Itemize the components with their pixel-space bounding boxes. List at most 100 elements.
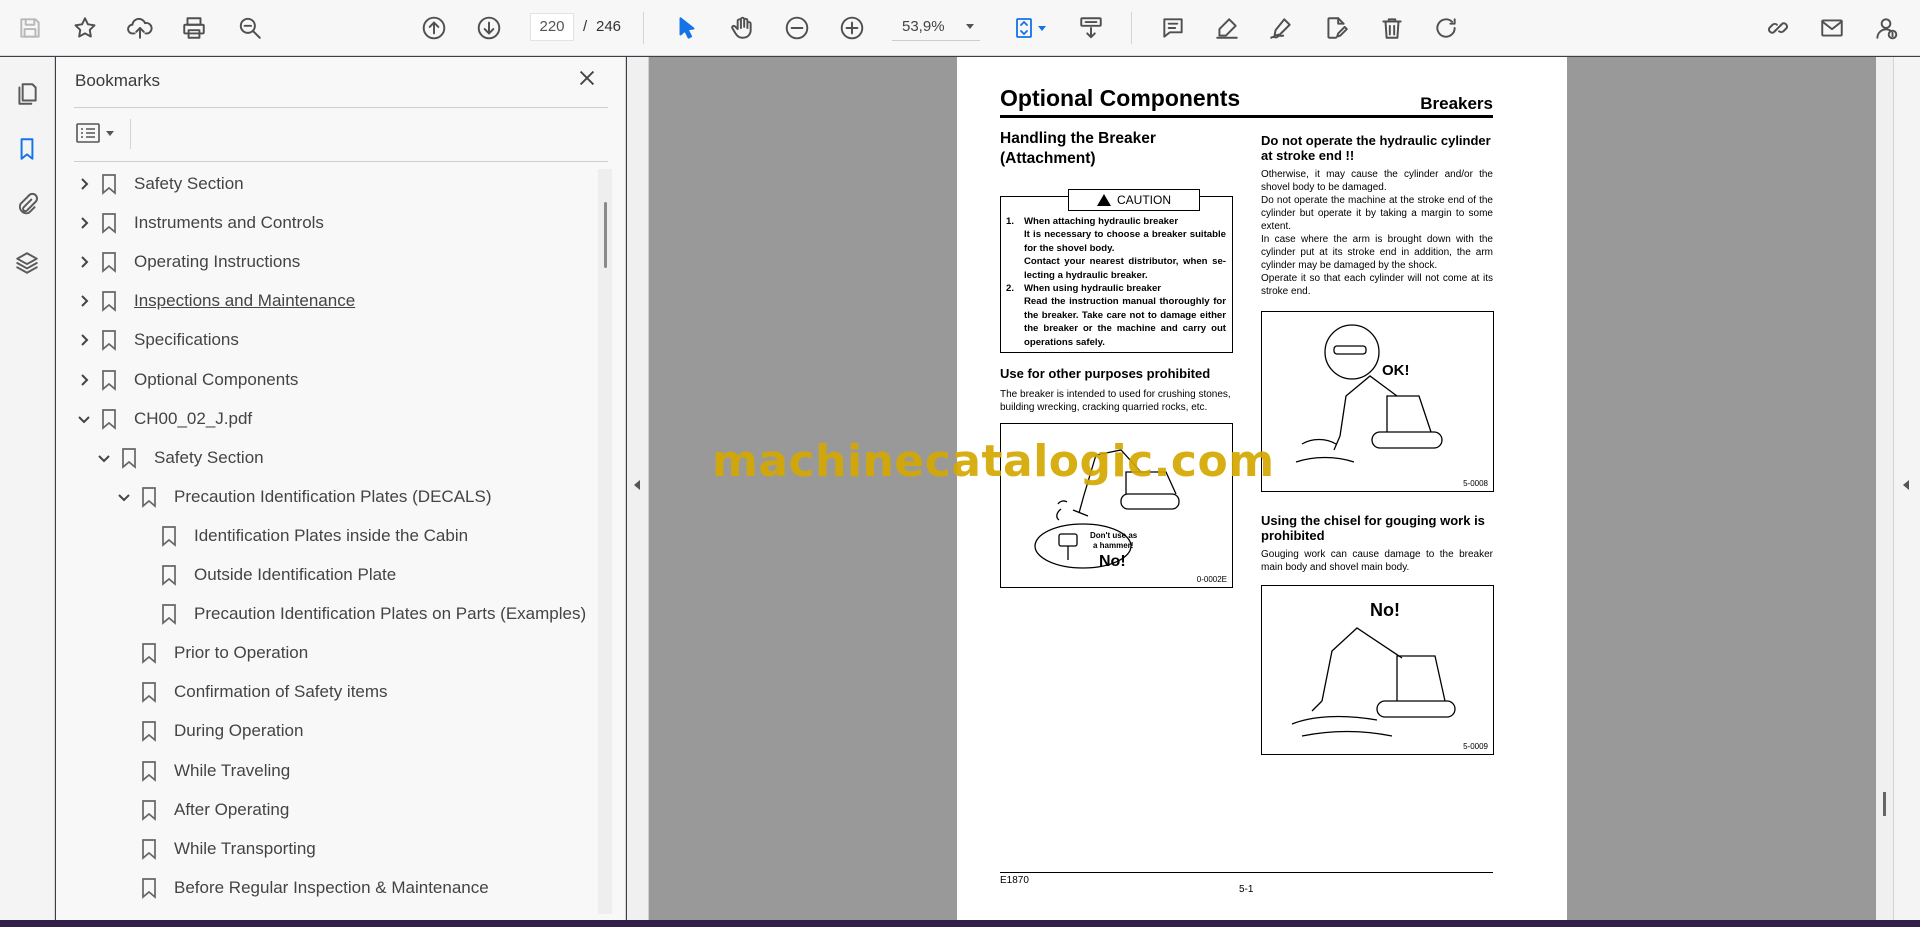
chevron-down-icon[interactable] <box>74 409 94 429</box>
bookmarks-icon[interactable] <box>12 134 42 164</box>
zoom-in-icon[interactable] <box>836 12 868 44</box>
page-fit-icon[interactable] <box>1006 12 1052 44</box>
email-icon[interactable] <box>1816 12 1848 44</box>
bookmark-item[interactable]: CH00_02_J.pdf <box>74 403 252 435</box>
zoom-level-select[interactable]: 53,9% <box>892 13 980 41</box>
bookmark-label: Safety Section <box>154 448 264 467</box>
caution-item-line: It is necessary to choose a breaker suit… <box>1024 229 1226 254</box>
bookmark-scrollbar[interactable] <box>598 169 612 914</box>
share-link-icon[interactable] <box>1762 12 1794 44</box>
zoom-out-icon[interactable] <box>781 12 813 44</box>
bookmark-options-button[interactable] <box>76 119 120 147</box>
bookmark-label: Identification Plates inside the Cabin <box>194 526 469 545</box>
sub-heading: Use for other purposes prohibited <box>1000 366 1211 381</box>
attachments-icon[interactable] <box>12 190 42 220</box>
chevron-down-icon <box>1038 25 1046 31</box>
document-scrollbar[interactable] <box>1876 57 1893 920</box>
bookmark-icon <box>158 602 180 626</box>
bookmark-label: Operating Instructions <box>134 252 301 271</box>
bookmark-icon <box>138 641 160 665</box>
bookmark-star-icon[interactable] <box>69 12 101 44</box>
scroll-mode-icon[interactable] <box>1075 12 1107 44</box>
right-text-2: Gouging work can cause damage to the bre… <box>1261 549 1493 573</box>
highlight-pen-icon[interactable] <box>1211 12 1243 44</box>
page-section-name: Breakers <box>1420 94 1493 113</box>
hand-tool-icon[interactable] <box>726 12 758 44</box>
edit-text-icon[interactable] <box>1320 12 1352 44</box>
collapse-panel-handle[interactable] <box>627 57 649 920</box>
navigation-rail <box>0 57 55 920</box>
bookmark-item[interactable]: Safety Section <box>94 442 264 474</box>
bookmark-item[interactable]: Instruments and Controls <box>74 207 324 239</box>
bookmark-icon <box>118 446 140 470</box>
bookmark-item[interactable]: Optional Components <box>74 364 298 396</box>
print-icon[interactable] <box>178 12 210 44</box>
right-paragraph: Operate it so that each cylinder will no… <box>1261 273 1493 297</box>
pages-icon[interactable] <box>12 79 42 109</box>
bookmark-item[interactable]: While Transporting <box>114 833 316 865</box>
bookmark-label: Inspections and Maintenance <box>134 291 356 310</box>
document-scroll-thumb[interactable] <box>1883 792 1886 816</box>
right-paragraph: In case where the arm is brought down wi… <box>1261 234 1493 271</box>
bookmark-label: While Transporting <box>174 839 316 858</box>
bookmark-item[interactable]: After Operating <box>114 794 289 826</box>
bookmark-item[interactable]: Specifications <box>74 324 239 356</box>
chevron-right-icon[interactable] <box>74 370 94 390</box>
bookmark-scroll-thumb[interactable] <box>604 202 607 268</box>
bookmark-item[interactable]: Confirmation of Safety items <box>114 676 388 708</box>
account-help-icon[interactable] <box>1870 12 1902 44</box>
bookmark-item[interactable]: Inspections and Maintenance <box>74 285 355 317</box>
previous-page-icon[interactable] <box>418 12 450 44</box>
draw-freehand-icon[interactable] <box>1265 12 1297 44</box>
comment-icon[interactable] <box>1157 12 1189 44</box>
warning-triangle-icon <box>1097 194 1111 206</box>
bookmark-item[interactable]: Precaution Identification Plates (DECALS… <box>114 481 492 513</box>
chevron-down-icon[interactable] <box>94 448 114 468</box>
figure-gouging: No! 5-0009 <box>1261 585 1494 755</box>
bookmark-icon <box>98 328 120 352</box>
bookmark-item[interactable]: Outside Identification Plate <box>134 559 396 591</box>
bookmark-icon <box>98 368 120 392</box>
bookmark-item[interactable]: Before Regular Inspection & Maintenance <box>114 872 489 904</box>
bookmark-label: Confirmation of Safety items <box>174 682 388 701</box>
right-pane-toggle[interactable] <box>1893 57 1920 920</box>
caution-item-number: 1. <box>1006 216 1015 227</box>
bookmark-icon <box>138 798 160 822</box>
bookmark-item[interactable]: While Traveling <box>114 755 290 787</box>
bookmark-item[interactable]: Safety Section <box>74 168 244 200</box>
find-zoom-icon[interactable] <box>234 12 266 44</box>
bookmark-item[interactable]: Precaution Identification Plates on Part… <box>134 598 586 630</box>
close-icon[interactable] <box>576 67 602 93</box>
chevron-right-icon[interactable] <box>74 330 94 350</box>
delete-trash-icon[interactable] <box>1376 12 1408 44</box>
bookmark-label: While Traveling <box>174 761 291 780</box>
bookmark-label: Precaution Identification Plates on Part… <box>194 604 587 623</box>
upload-share-icon[interactable] <box>124 12 156 44</box>
bookmark-item[interactable]: Prior to Operation <box>114 637 308 669</box>
bookmark-icon <box>98 211 120 235</box>
bookmark-item[interactable]: Identification Plates inside the Cabin <box>134 520 468 552</box>
list-options-icon <box>76 123 100 143</box>
chevron-right-icon[interactable] <box>74 252 94 272</box>
chevron-down-icon[interactable] <box>114 487 134 507</box>
page-number-input[interactable]: 220 <box>530 13 574 41</box>
layers-icon[interactable] <box>12 248 42 278</box>
figure-code: 0-0002E <box>1196 575 1227 584</box>
save-icon[interactable] <box>14 12 46 44</box>
chevron-right-icon[interactable] <box>74 291 94 311</box>
select-cursor-icon[interactable] <box>671 12 703 44</box>
bookmark-item[interactable]: During Operation <box>114 715 303 747</box>
chevron-left-icon <box>634 480 640 490</box>
bookmarks-panel: Bookmarks Safety Section Instruments and … <box>56 57 626 920</box>
right-heading: Do not operate the hydraulic cylinder at… <box>1261 133 1491 163</box>
chevron-right-icon[interactable] <box>74 213 94 233</box>
next-page-icon[interactable] <box>473 12 505 44</box>
page-total: 246 <box>596 18 622 35</box>
chevron-right-icon[interactable] <box>74 174 94 194</box>
bookmark-item[interactable]: Operating Instructions <box>74 246 300 278</box>
rotate-icon[interactable] <box>1430 12 1462 44</box>
